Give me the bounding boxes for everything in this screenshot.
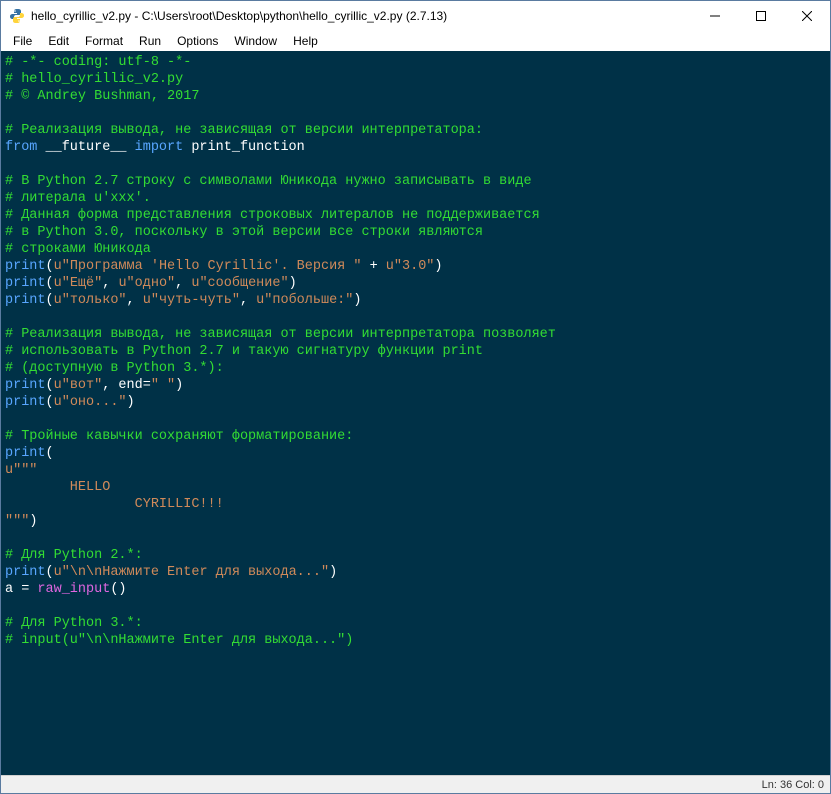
app-icon bbox=[9, 8, 25, 24]
code-line bbox=[5, 105, 826, 122]
code-line: # Для Python 3.*: bbox=[5, 615, 826, 632]
code-line: # hello_cyrillic_v2.py bbox=[5, 71, 826, 88]
code-line: # использовать в Python 2.7 и такую сигн… bbox=[5, 343, 826, 360]
code-line: u""" bbox=[5, 462, 826, 479]
code-line: # input(u"\n\nНажмите Enter для выхода..… bbox=[5, 632, 826, 649]
code-line: """) bbox=[5, 513, 826, 530]
code-line: print(u"оно...") bbox=[5, 394, 826, 411]
code-line: # строками Юникода bbox=[5, 241, 826, 258]
code-line: print( bbox=[5, 445, 826, 462]
code-line bbox=[5, 530, 826, 547]
code-line: print(u"Ещё", u"одно", u"сообщение") bbox=[5, 275, 826, 292]
code-line: a = raw_input() bbox=[5, 581, 826, 598]
code-line: # Реализация вывода, не зависящая от вер… bbox=[5, 326, 826, 343]
maximize-button[interactable] bbox=[738, 1, 784, 31]
code-line: # в Python 3.0, поскольку в этой версии … bbox=[5, 224, 826, 241]
window-title: hello_cyrillic_v2.py - C:\Users\root\Des… bbox=[31, 9, 692, 23]
menu-window[interactable]: Window bbox=[226, 32, 285, 50]
code-line: # Данная форма представления строковых л… bbox=[5, 207, 826, 224]
menu-options[interactable]: Options bbox=[169, 32, 226, 50]
code-line: print(u"Программа 'Hello Cyrillic'. Верс… bbox=[5, 258, 826, 275]
code-line bbox=[5, 598, 826, 615]
code-line bbox=[5, 156, 826, 173]
code-line: # © Andrey Bushman, 2017 bbox=[5, 88, 826, 105]
code-line: from __future__ import print_function bbox=[5, 139, 826, 156]
code-line bbox=[5, 411, 826, 428]
code-line: # -*- coding: utf-8 -*- bbox=[5, 54, 826, 71]
code-line: HELLO bbox=[5, 479, 826, 496]
menu-run[interactable]: Run bbox=[131, 32, 169, 50]
close-button[interactable] bbox=[784, 1, 830, 31]
code-line: # (доступную в Python 3.*): bbox=[5, 360, 826, 377]
code-line: print(u"вот", end=" ") bbox=[5, 377, 826, 394]
menu-format[interactable]: Format bbox=[77, 32, 131, 50]
code-line: # В Python 2.7 строку с символами Юникод… bbox=[5, 173, 826, 190]
menu-file[interactable]: File bbox=[5, 32, 40, 50]
cursor-position: Ln: 36 Col: 0 bbox=[762, 779, 824, 791]
code-line: # Тройные кавычки сохраняют форматирован… bbox=[5, 428, 826, 445]
code-line: print(u"только", u"чуть-чуть", u"побольш… bbox=[5, 292, 826, 309]
code-line: # Для Python 2.*: bbox=[5, 547, 826, 564]
code-line: # литерала u'xxx'. bbox=[5, 190, 826, 207]
code-line: CYRILLIC!!! bbox=[5, 496, 826, 513]
code-line bbox=[5, 309, 826, 326]
menu-help[interactable]: Help bbox=[285, 32, 326, 50]
code-line: # Реализация вывода, не зависящая от вер… bbox=[5, 122, 826, 139]
titlebar: hello_cyrillic_v2.py - C:\Users\root\Des… bbox=[1, 1, 830, 31]
code-line: print(u"\n\nНажмите Enter для выхода..."… bbox=[5, 564, 826, 581]
menu-edit[interactable]: Edit bbox=[40, 32, 77, 50]
statusbar: Ln: 36 Col: 0 bbox=[1, 775, 830, 793]
menubar: File Edit Format Run Options Window Help bbox=[1, 31, 830, 51]
code-editor[interactable]: # -*- coding: utf-8 -*-# hello_cyrillic_… bbox=[1, 51, 830, 775]
minimize-button[interactable] bbox=[692, 1, 738, 31]
